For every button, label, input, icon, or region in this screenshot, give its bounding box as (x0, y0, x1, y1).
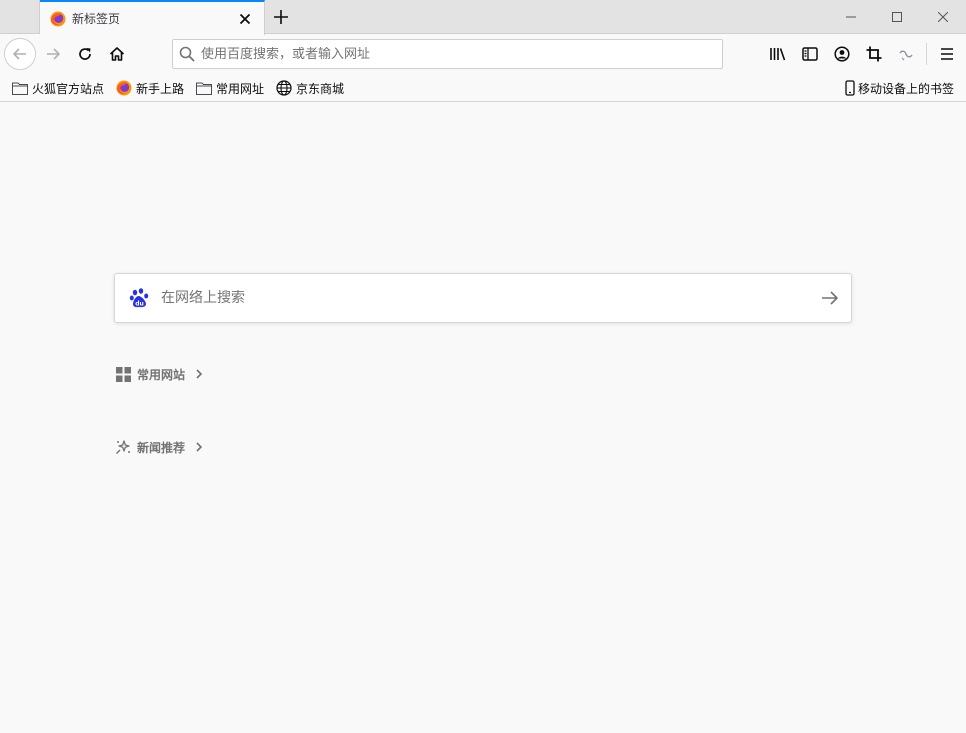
tab-new-tab[interactable]: 新标签页 (40, 0, 265, 35)
minimize-icon (846, 16, 856, 18)
bookmark-getting-started[interactable]: 新手上路 (116, 78, 184, 98)
chevron-right-icon (196, 442, 203, 452)
top-sites-label: 常用网站 (137, 367, 186, 382)
grid-icon (115, 366, 131, 382)
url-bar[interactable] (172, 39, 723, 69)
globe-icon (276, 80, 292, 96)
bookmark-folder-firefox-official[interactable]: 火狐官方站点 (12, 78, 104, 98)
home-icon (109, 47, 125, 61)
sidebar-icon (802, 47, 818, 61)
sync-button[interactable] (891, 39, 921, 69)
library-icon (770, 48, 786, 61)
bookmark-label: 火狐官方站点 (32, 81, 105, 96)
bookmark-jd[interactable]: 京东商城 (276, 78, 344, 98)
bookmark-folder-common-sites[interactable]: 常用网址 (196, 78, 264, 98)
sparkle-icon (115, 439, 131, 455)
firefox-icon (116, 80, 132, 96)
search-icon (179, 46, 195, 62)
news-label: 新闻推荐 (137, 440, 186, 455)
folder-icon (196, 82, 212, 95)
back-button[interactable] (4, 38, 36, 70)
tab-title: 新标签页 (72, 12, 121, 26)
arrow-right-icon (47, 48, 60, 60)
close-icon (938, 12, 948, 22)
library-button[interactable] (763, 39, 793, 69)
toolbar-separator (926, 43, 927, 65)
news-section-toggle[interactable]: 新闻推荐 (115, 437, 203, 457)
bookmarks-toolbar: 火狐官方站点 新手上路 常用网址 京东商城 移动设备上的书签 (0, 73, 966, 102)
top-sites-section-toggle[interactable]: 常用网站 (115, 364, 203, 384)
minimize-button[interactable] (828, 0, 874, 34)
folder-icon (12, 82, 28, 95)
mobile-device-icon (845, 80, 855, 96)
web-search-input[interactable] (161, 290, 821, 306)
mobile-bookmarks-label: 移动设备上的书签 (858, 81, 955, 96)
account-button[interactable] (827, 39, 857, 69)
home-button[interactable] (102, 39, 132, 69)
url-input[interactable] (201, 46, 722, 62)
firefox-icon (50, 11, 66, 26)
hamburger-menu-icon (941, 48, 953, 60)
baidu-paw-icon: du (129, 288, 149, 308)
web-search-box[interactable]: du (114, 273, 852, 323)
arrow-right-icon[interactable] (821, 290, 839, 306)
crop-icon (866, 46, 882, 62)
screenshot-button[interactable] (859, 39, 889, 69)
chevron-right-icon (196, 369, 203, 379)
new-tab-button[interactable] (270, 6, 292, 28)
link-icon (899, 50, 913, 61)
sidebar-toggle-button[interactable] (795, 39, 825, 69)
bookmark-label: 京东商城 (296, 81, 345, 96)
plus-icon (274, 10, 288, 24)
reload-icon (79, 48, 91, 60)
reload-button[interactable] (70, 39, 100, 69)
menu-button[interactable] (932, 39, 962, 69)
mobile-bookmarks[interactable]: 移动设备上的书签 (845, 78, 954, 98)
arrow-left-icon (13, 48, 26, 60)
tab-strip-spacer (0, 0, 40, 34)
tab-strip: 新标签页 (0, 0, 966, 35)
bookmark-label: 新手上路 (136, 81, 185, 96)
maximize-icon (892, 12, 902, 22)
svg-text:du: du (135, 301, 144, 308)
forward-button[interactable] (38, 39, 68, 69)
window-close-button[interactable] (920, 0, 966, 34)
maximize-button[interactable] (874, 0, 920, 34)
tab-close-icon[interactable] (236, 10, 254, 28)
bookmark-label: 常用网址 (216, 81, 265, 96)
navigation-toolbar (0, 35, 966, 73)
account-icon (834, 46, 850, 62)
